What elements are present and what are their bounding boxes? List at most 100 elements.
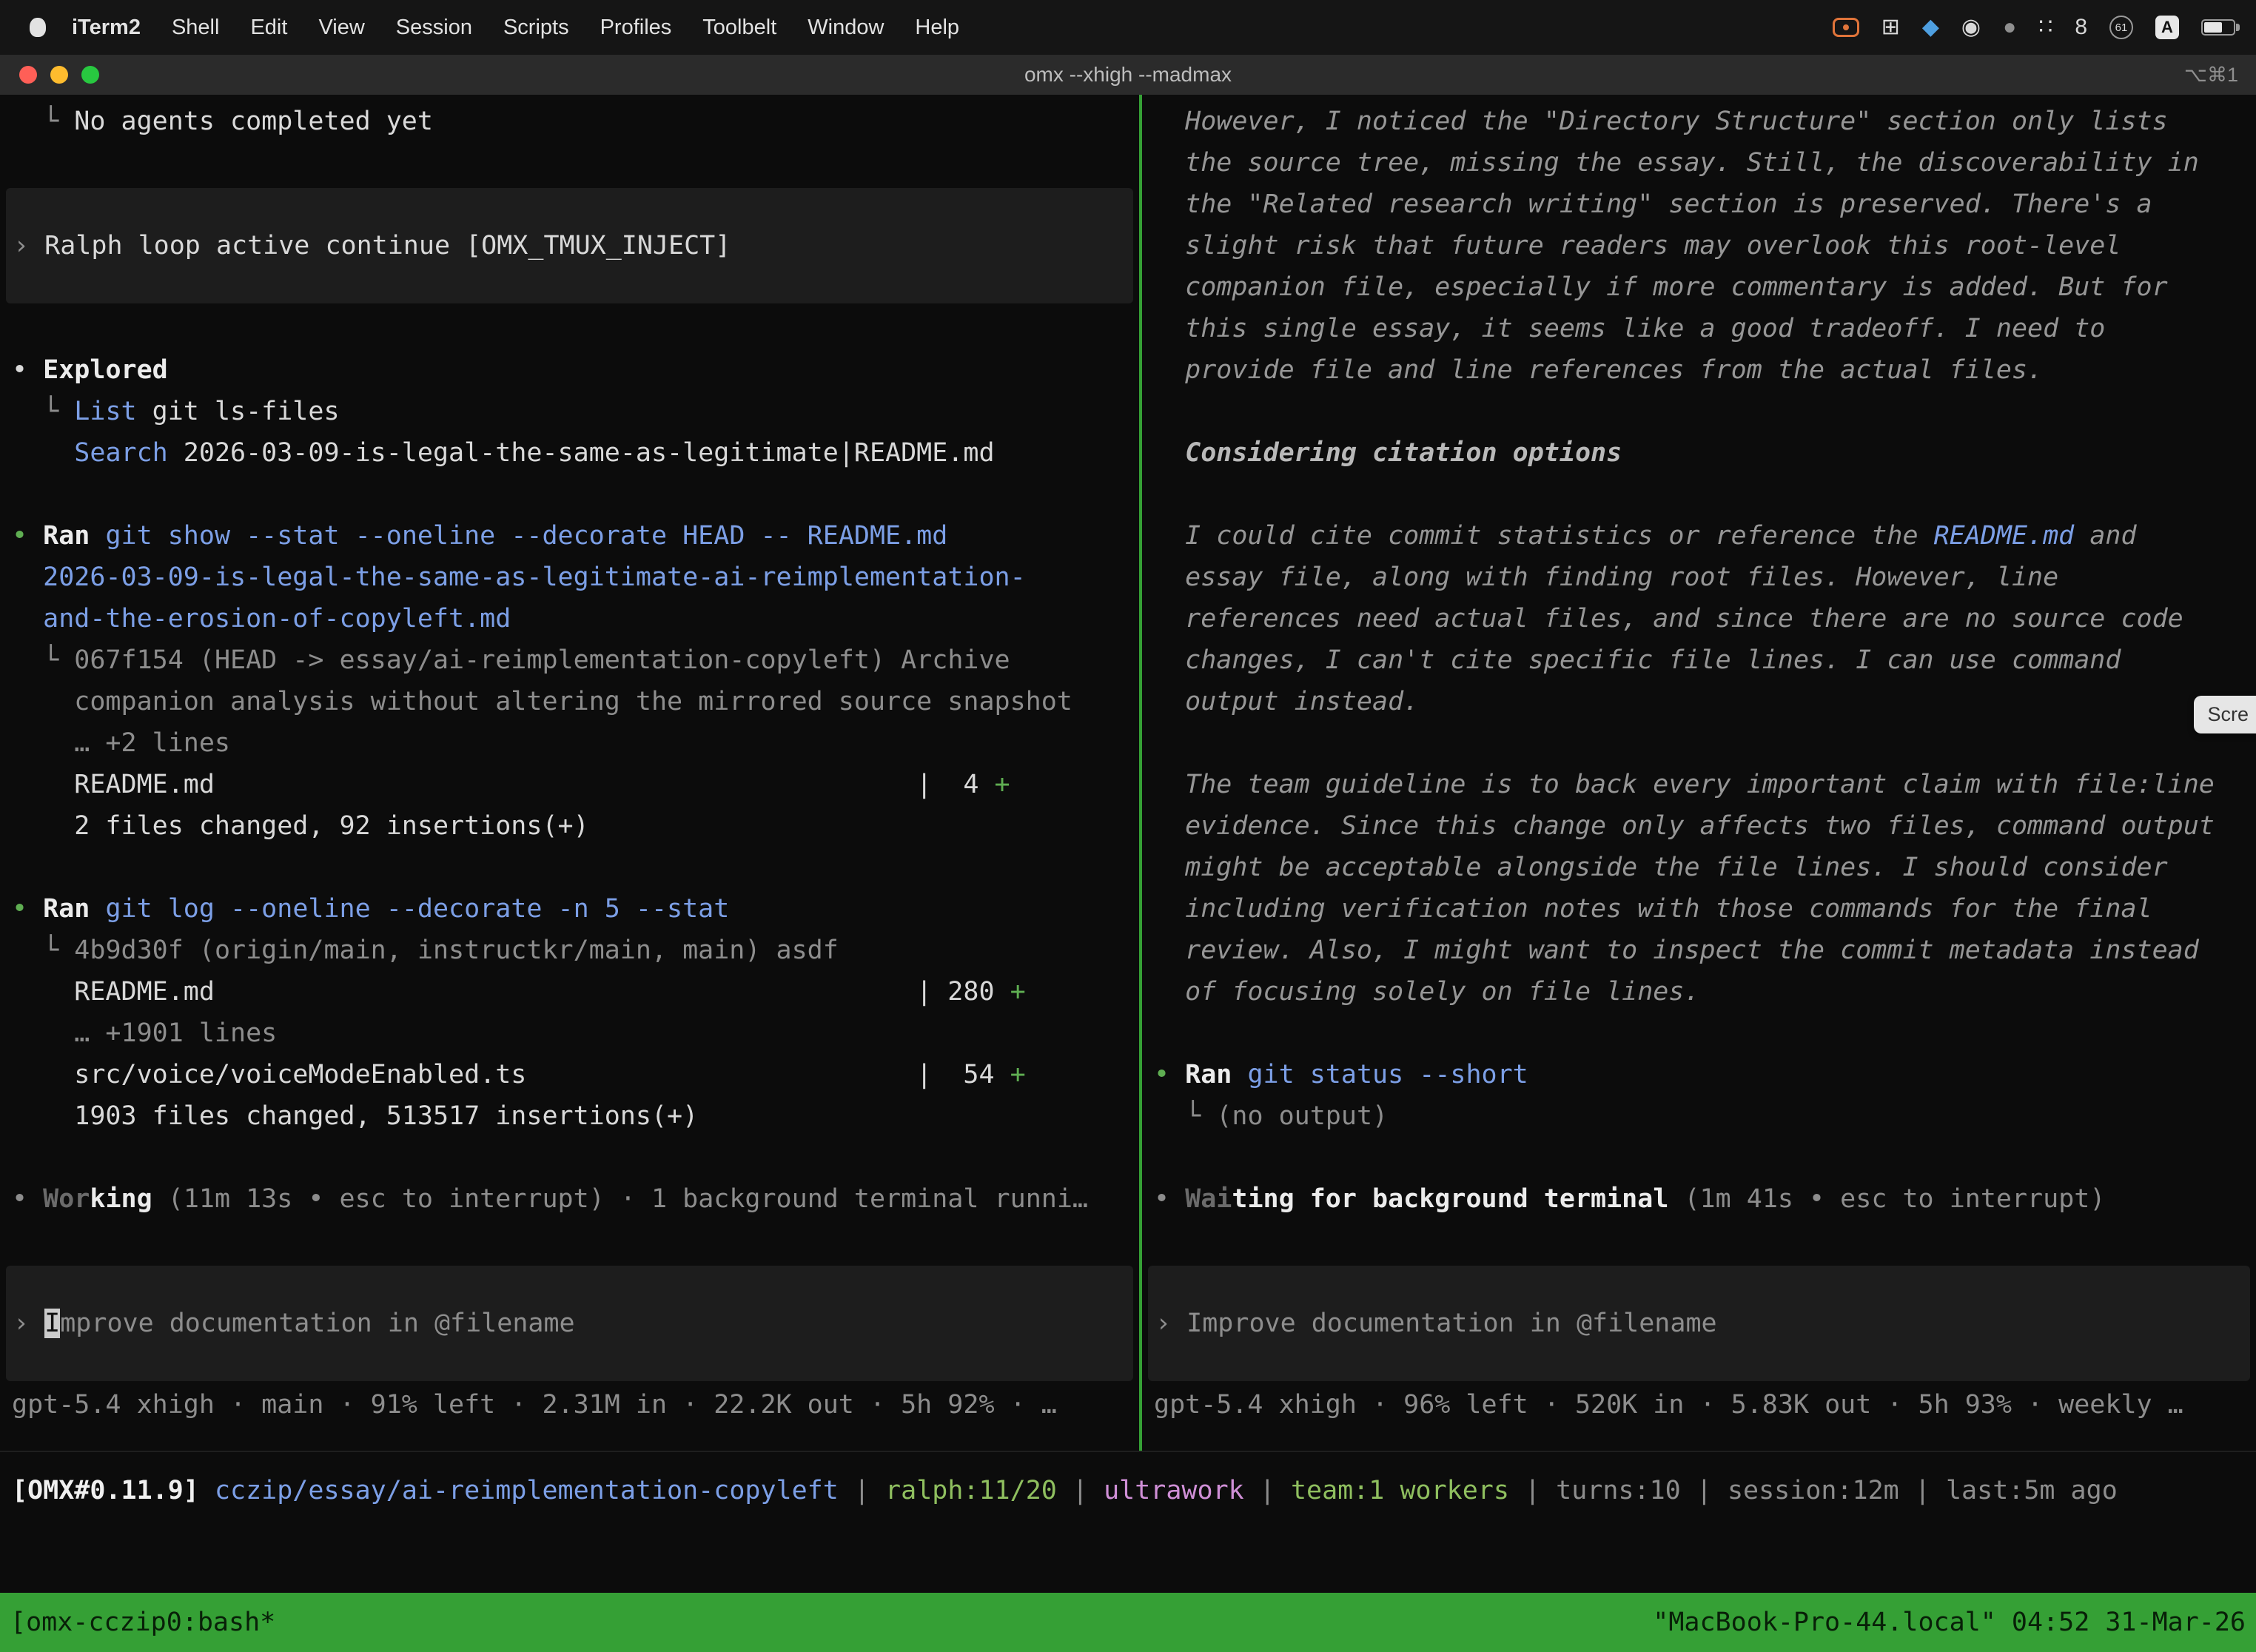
zoom-button[interactable] [81, 66, 99, 84]
model-status-line: gpt-5.4 xhigh · 96% left · 520K in · 5.8… [1142, 1384, 2256, 1426]
text-segment: └ [12, 936, 74, 965]
terminal-line: this single essay, it seems like a good … [1142, 308, 2256, 349]
menu-scripts[interactable]: Scripts [488, 16, 585, 40]
terminal-line: └ List git ls-files [0, 391, 1139, 432]
working-status-line: • Working (11m 13s • esc to interrupt) ·… [0, 1178, 1139, 1220]
injection-banner: › Ralph loop active continue [OMX_TMUX_I… [6, 188, 1133, 303]
app-dot-icon[interactable]: ● [2003, 16, 2016, 38]
omx-status-bar: [OMX#0.11.9] cczip/essay/ai-reimplementa… [0, 1451, 2256, 1593]
window-title-bar[interactable]: omx --xhigh --madmax ⌥⌘1 [0, 55, 2256, 95]
terminal-line: changes, I can't cite specific file line… [1142, 639, 2256, 681]
text-segment: README.md [1934, 521, 2075, 551]
battery-percent-indicator[interactable]: 61 [2109, 16, 2133, 39]
menu-session[interactable]: Session [380, 16, 488, 40]
terminal-line: I could cite commit statistics or refere… [1142, 515, 2256, 557]
text-segment: + [995, 770, 1010, 799]
command-input[interactable]: › Improve documentation in @filename [6, 1266, 1133, 1381]
terminal-line: README.md | 4 + [0, 764, 1139, 805]
text-segment: › [1155, 1309, 1186, 1338]
text-segment: + [1010, 1060, 1026, 1089]
terminal-line: However, I noticed the "Directory Struct… [1142, 101, 2256, 142]
text-segment: including verification notes with those … [1154, 894, 2152, 924]
text-segment: • [12, 355, 43, 385]
text-segment: … +1901 lines [12, 1018, 277, 1048]
terminal-line: and-the-erosion-of-copyleft.md [0, 598, 1139, 639]
text-segment: references need actual files, and since … [1154, 604, 2183, 634]
menu-iterm2[interactable]: iTerm2 [56, 16, 156, 40]
dots-grid-icon[interactable]: ∷ [2038, 16, 2052, 38]
text-segment: The team guideline is to back every impo… [1154, 770, 2215, 799]
text-segment: (1m 41s • esc to interrupt) [1684, 1184, 2105, 1214]
tmux-host-clock: "MacBook-Pro-44.local" 04:52 31-Mar-26 [1653, 1608, 2246, 1637]
apple-menu-icon[interactable] [30, 18, 46, 37]
text-segment: Ralph loop active continue [OMX_TMUX_INJ… [44, 231, 731, 261]
macos-menu-bar: iTerm2 ShellEditViewSessionScriptsProfil… [0, 0, 2256, 55]
terminal-line: └ 067f154 (HEAD -> essay/ai-reimplementa… [0, 639, 1139, 681]
text-segment: 2 files changed, 92 insertions(+) [12, 811, 589, 841]
text-segment: › [13, 1309, 44, 1338]
text-segment: 4b9d30f (origin/main, instructkr/main, m… [74, 936, 839, 965]
menu-items: ShellEditViewSessionScriptsProfilesToolb… [156, 16, 975, 40]
terminal-line: └ (no output) [1142, 1095, 2256, 1137]
text-segment: git ls-files [137, 397, 340, 426]
text-segment [90, 894, 105, 924]
terminal-line: references need actual files, and since … [1142, 598, 2256, 639]
menu-edit[interactable]: Edit [235, 16, 303, 40]
omx-status-segment: cczip/essay/ai-reimplementation-copyleft [215, 1476, 839, 1505]
terminal-line: The team guideline is to back every impo… [1142, 764, 2256, 805]
menu-profiles[interactable]: Profiles [585, 16, 688, 40]
terminal-line: … +2 lines [0, 722, 1139, 764]
terminal-line: provide file and line references from th… [1142, 349, 2256, 391]
text-segment: evidence. Since this change only affects… [1154, 811, 2215, 841]
input-source-icon[interactable]: A [2155, 16, 2179, 39]
close-button[interactable] [19, 66, 37, 84]
omx-status-segment: last:5m ago [1946, 1476, 2118, 1505]
text-segment: review. Also, I might want to inspect th… [1154, 936, 2199, 965]
blank-line [0, 474, 1139, 515]
terminal-line: • Ran git status --short [1142, 1054, 2256, 1095]
menu-toolbelt[interactable]: Toolbelt [687, 16, 792, 40]
terminal-line: Search 2026-03-09-is-legal-the-same-as-l… [0, 432, 1139, 474]
menu-window[interactable]: Window [792, 16, 899, 40]
terminal-line: • Explored [0, 349, 1139, 391]
keyhole-icon[interactable]: 8 [2075, 16, 2087, 38]
text-segment [1668, 1184, 1684, 1214]
terminal-line: companion file, especially if more comme… [1142, 266, 2256, 308]
text-segment: › [13, 231, 44, 261]
window-tiling-icon[interactable]: ⊞ [1881, 16, 1900, 38]
text-segment: I could cite commit statistics or refere… [1154, 521, 1934, 551]
terminal-line: src/voice/voiceModeEnabled.ts | 54 + [0, 1054, 1139, 1095]
screen-recording-icon[interactable] [1833, 18, 1859, 37]
blank-line [1142, 474, 2256, 515]
text-segment: companion analysis without altering the … [12, 687, 1072, 716]
minimize-button[interactable] [50, 66, 68, 84]
terminal-line: essay file, along with finding root file… [1142, 557, 2256, 598]
terminal-line: output instead. [1142, 681, 2256, 722]
menu-help[interactable]: Help [899, 16, 975, 40]
text-segment: List [74, 397, 136, 426]
text-segment: companion file, especially if more comme… [1154, 272, 2168, 302]
battery-icon[interactable] [2201, 19, 2235, 36]
screen: iTerm2 ShellEditViewSessionScriptsProfil… [0, 0, 2256, 1652]
droplet-icon[interactable]: ◆ [1922, 16, 1939, 38]
terminal-line: including verification notes with those … [1142, 888, 2256, 930]
app-circle-icon[interactable]: ◉ [1961, 16, 1981, 38]
text-segment: └ [1154, 1101, 1216, 1131]
left-terminal-pane[interactable]: └ No agents completed yet› Ralph loop ac… [0, 95, 1139, 1451]
text-segment: 067f154 (HEAD -> essay/ai-reimplementati… [74, 645, 1010, 675]
window-shortcut-badge: ⌥⌘1 [2184, 64, 2238, 87]
terminal-line: 2026-03-09-is-legal-the-same-as-legitima… [0, 557, 1139, 598]
text-segment: and [2074, 521, 2136, 551]
terminal-line: might be acceptable alongside the file l… [1142, 847, 2256, 888]
right-terminal-pane[interactable]: However, I noticed the "Directory Struct… [1142, 95, 2256, 1451]
omx-status-segment: | [1057, 1476, 1104, 1505]
menu-shell[interactable]: Shell [156, 16, 235, 40]
command-input[interactable]: › Improve documentation in @filename [1148, 1266, 2250, 1381]
waiting-status-line: • Waiting for background terminal (1m 41… [1142, 1178, 2256, 1220]
terminal-line: companion analysis without altering the … [0, 681, 1139, 722]
text-segment: 2026-03-09-is-legal-the-same-as-legitima… [168, 438, 995, 468]
text-segment: Wai [1185, 1184, 1232, 1214]
text-segment: Wor [43, 1184, 90, 1214]
menu-view[interactable]: View [303, 16, 380, 40]
screen-tooltip: Scre [2194, 696, 2256, 733]
